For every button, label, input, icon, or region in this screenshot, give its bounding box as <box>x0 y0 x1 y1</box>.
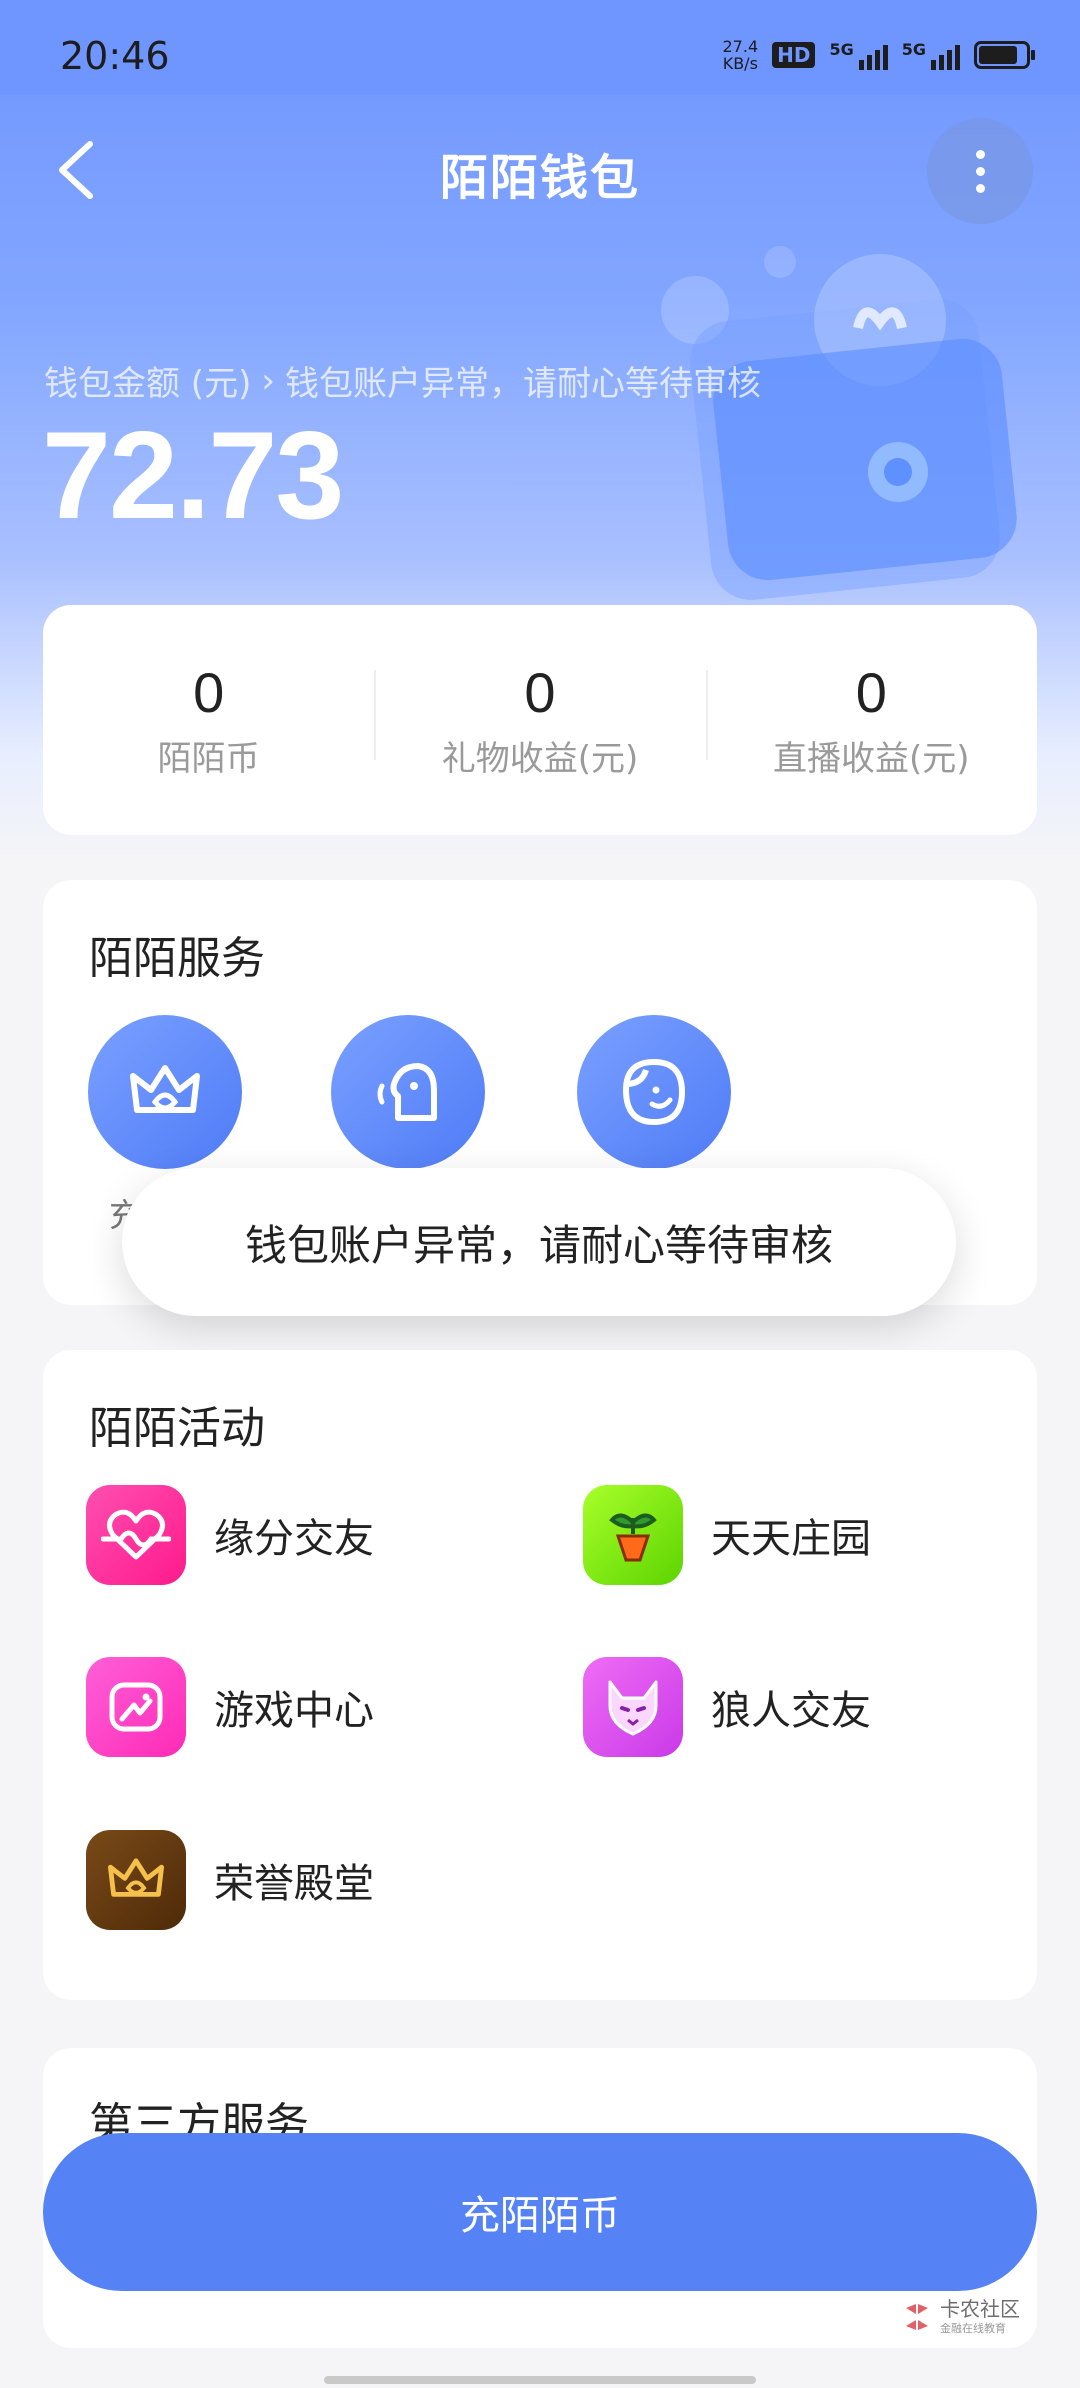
network-speed: 27.4 KB/s <box>722 37 759 73</box>
activity-farm[interactable]: 天天庄园 <box>583 1485 871 1585</box>
status-time: 20:46 <box>60 34 170 78</box>
status-icons: 27.4 KB/s HD 5G 5G <box>722 37 1035 73</box>
home-indicator[interactable] <box>324 2376 756 2384</box>
gamepad-icon <box>86 1657 186 1757</box>
crown-icon <box>86 1830 186 1930</box>
activity-dating[interactable]: 缘分交友 <box>86 1485 374 1585</box>
toast-message: 钱包账户异常，请耐心等待审核 <box>122 1168 956 1316</box>
stat-momo-coins[interactable]: 0 陌陌币 <box>43 660 374 780</box>
balance-label-row[interactable]: 钱包金额 (元) › 钱包账户异常，请耐心等待审核 <box>44 356 761 405</box>
activity-honor-hall[interactable]: 荣誉殿堂 <box>86 1830 374 1930</box>
section-title: 陌陌服务 <box>89 933 265 984</box>
signal-icon: 5G <box>902 40 960 70</box>
status-bar: 20:46 27.4 KB/s HD 5G 5G <box>0 0 1080 95</box>
balance-label: 钱包金额 (元) <box>44 364 252 404</box>
wolf-icon <box>583 1657 683 1757</box>
watermark: 卡农社区 金融在线教育 <box>900 2298 1020 2336</box>
stats-card: 0 陌陌币 0 礼物收益(元) 0 直播收益(元) <box>43 605 1037 835</box>
service-chat-button[interactable] <box>331 1015 485 1169</box>
activity-werewolf[interactable]: 狼人交友 <box>583 1657 871 1757</box>
wallet-illustration <box>661 246 1017 600</box>
battery-icon <box>974 41 1035 69</box>
recharge-coins-button[interactable]: 充陌陌币 <box>43 2133 1037 2291</box>
crown-icon <box>130 1065 200 1113</box>
page-title: 陌陌钱包 <box>439 150 640 206</box>
speech-head-icon <box>377 1063 437 1121</box>
watermark-logo-icon <box>906 2304 928 2330</box>
stat-gift-income[interactable]: 0 礼物收益(元) <box>374 660 705 780</box>
heart-icon <box>86 1485 186 1585</box>
hd-icon: HD <box>772 42 816 68</box>
sprout-carrot-icon <box>583 1485 683 1585</box>
activities-card: 陌陌活动 缘分交友 天天庄园 游戏中心 狼人交友 荣誉殿堂 <box>43 1350 1037 2000</box>
signal-icon: 5G <box>829 40 888 70</box>
stat-live-income[interactable]: 0 直播收益(元) <box>705 660 1037 780</box>
service-face-button[interactable] <box>577 1015 731 1169</box>
chevron-right-icon: › <box>261 360 275 401</box>
activity-game-center[interactable]: 游戏中心 <box>86 1657 374 1757</box>
section-title: 陌陌活动 <box>89 1403 265 1454</box>
wallet-balance: 72.73 <box>42 407 344 545</box>
service-recharge-button[interactable] <box>88 1015 242 1169</box>
account-status-message: 钱包账户异常，请耐心等待审核 <box>284 364 761 404</box>
face-icon <box>622 1058 686 1126</box>
more-options-icon[interactable] <box>927 118 1033 224</box>
